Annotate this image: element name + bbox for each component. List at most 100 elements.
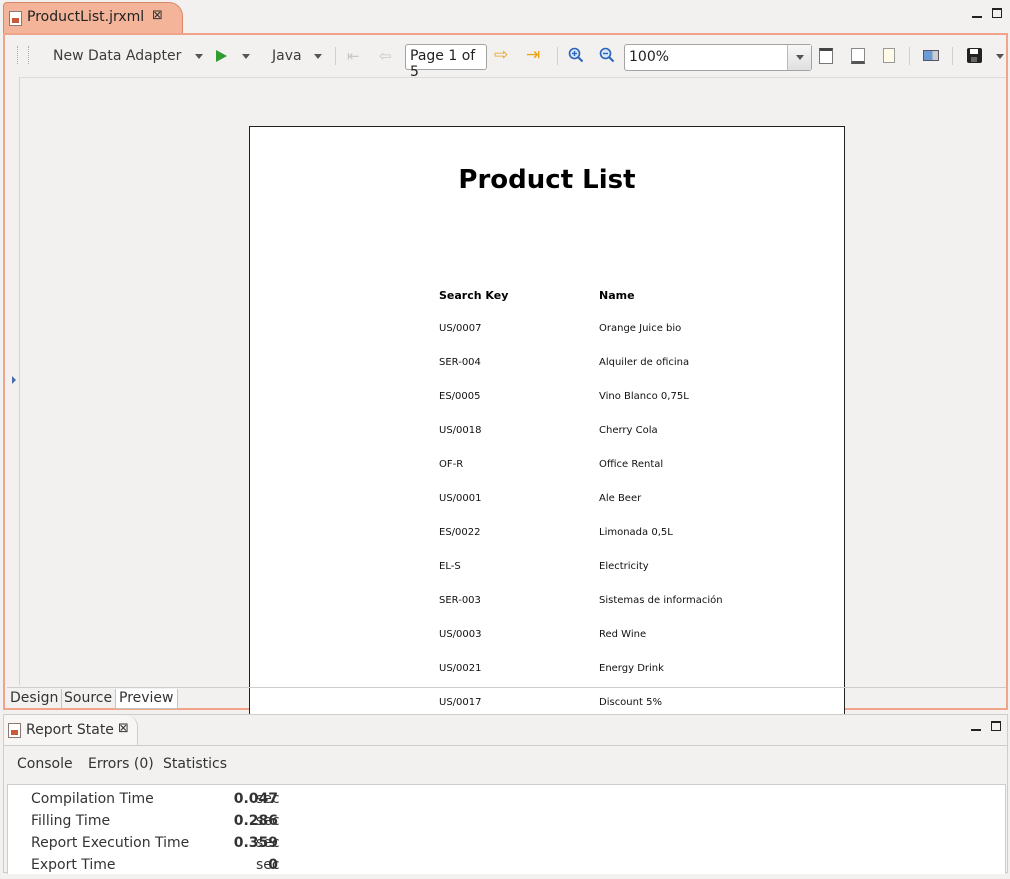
editor-body: New Data Adapter Java ⇤ ⇦ Page 1 of 5 ⇨ … bbox=[3, 33, 1008, 726]
window-controls bbox=[966, 8, 1002, 22]
page-indicator[interactable]: Page 1 of 5 bbox=[405, 44, 487, 80]
search-key-cell: SER-003 bbox=[439, 595, 481, 606]
maximize-icon[interactable] bbox=[992, 8, 1002, 18]
stat-unit: sec bbox=[256, 857, 280, 873]
name-cell: Sistemas de información bbox=[599, 595, 723, 606]
report-state-tab-label: Report State bbox=[26, 722, 114, 738]
column-header-search-key: Search Key bbox=[439, 289, 509, 302]
data-adapter-label: New Data Adapter bbox=[53, 48, 182, 64]
page-indicator-label: Page 1 of 5 bbox=[410, 48, 476, 80]
chevron-down-icon bbox=[195, 53, 204, 59]
preview-toolbar: New Data Adapter Java ⇤ ⇦ Page 1 of 5 ⇨ … bbox=[7, 37, 1004, 80]
fit-page-icon[interactable] bbox=[819, 48, 833, 64]
search-key-cell: US/0021 bbox=[439, 663, 482, 674]
zoom-dropdown-button[interactable] bbox=[787, 45, 811, 70]
report-state-tab[interactable]: Report State ⊠ bbox=[4, 715, 138, 745]
name-cell: Office Rental bbox=[599, 459, 664, 470]
report-page: Product List Search Key Name US/0007 Oran… bbox=[249, 126, 845, 726]
tab-preview[interactable]: Preview bbox=[115, 689, 178, 709]
window-controls bbox=[965, 721, 1001, 735]
report-editor: ProductList.jrxml ⊠ New Data Adapter Jav… bbox=[3, 2, 1008, 726]
zoom-value: 100% bbox=[629, 49, 670, 65]
run-options-dropdown[interactable] bbox=[242, 54, 250, 59]
name-cell: Energy Drink bbox=[599, 663, 664, 674]
chevron-down-icon bbox=[796, 55, 804, 60]
editor-view-tabs: Design Source Preview bbox=[7, 687, 1006, 709]
name-cell: Alquiler de oficina bbox=[599, 357, 690, 368]
statistics-table: Compilation Time 0.047 sec Filling Time … bbox=[7, 784, 1006, 874]
stat-row: Compilation Time 0.047 sec bbox=[8, 791, 1005, 813]
name-cell: Red Wine bbox=[599, 629, 647, 640]
name-cell: Electricity bbox=[599, 561, 649, 572]
search-key-cell: US/0001 bbox=[439, 493, 482, 504]
last-page-icon[interactable]: ⇥ bbox=[526, 47, 540, 64]
search-key-cell: US/0003 bbox=[439, 629, 482, 640]
stat-row: Filling Time 0.286 sec bbox=[8, 813, 1005, 835]
jrxml-file-icon bbox=[9, 11, 22, 26]
search-key-cell: EL-S bbox=[439, 561, 461, 572]
chevron-down-icon bbox=[996, 54, 1004, 59]
table-row: ES/0022 Limonada 0,5L bbox=[250, 527, 844, 541]
table-row: SER-004 Alquiler de oficina bbox=[250, 357, 844, 371]
minimize-icon[interactable] bbox=[971, 721, 982, 731]
close-icon[interactable]: ⊠ bbox=[152, 8, 163, 23]
actual-size-icon[interactable] bbox=[883, 48, 895, 63]
toolbar-separator bbox=[909, 47, 910, 65]
search-key-cell: ES/0005 bbox=[439, 391, 481, 402]
editor-tab-productlist[interactable]: ProductList.jrxml ⊠ bbox=[3, 2, 183, 33]
data-adapter-dropdown[interactable]: New Data Adapter bbox=[53, 37, 204, 75]
stat-label: Filling Time bbox=[31, 813, 111, 829]
name-cell: Ale Beer bbox=[599, 493, 642, 504]
table-row: US/0007 Orange Juice bio bbox=[250, 323, 844, 337]
divider bbox=[4, 745, 1007, 746]
toolbar-separator bbox=[335, 47, 336, 65]
report-state-icon bbox=[8, 723, 21, 738]
minimize-icon[interactable] bbox=[972, 8, 983, 18]
tab-source[interactable]: Source bbox=[61, 689, 117, 709]
column-header-name: Name bbox=[599, 289, 635, 302]
tab-design[interactable]: Design bbox=[7, 689, 63, 709]
zoom-combo[interactable]: 100% bbox=[624, 44, 812, 71]
report-title: Product List bbox=[458, 165, 636, 195]
report-state-panel: Report State ⊠ Console Errors (0) Statis… bbox=[3, 714, 1008, 874]
save-icon[interactable] bbox=[967, 48, 982, 63]
nav-console[interactable]: Console bbox=[17, 756, 73, 772]
search-key-cell: US/0018 bbox=[439, 425, 482, 436]
editor-tab-label: ProductList.jrxml bbox=[27, 9, 145, 25]
toolbar-separator bbox=[557, 47, 558, 65]
fit-width-icon[interactable] bbox=[851, 48, 865, 64]
export-icon[interactable] bbox=[923, 50, 939, 61]
datasource-icon bbox=[17, 46, 29, 64]
name-cell: Orange Juice bio bbox=[599, 323, 682, 334]
name-cell: Limonada 0,5L bbox=[599, 527, 673, 538]
run-icon[interactable] bbox=[216, 50, 227, 62]
expand-panel-icon[interactable] bbox=[12, 376, 16, 384]
stat-label: Report Execution Time bbox=[31, 835, 190, 851]
stat-row: Report Execution Time 0.359 sec bbox=[8, 835, 1005, 857]
next-page-icon[interactable]: ⇨ bbox=[494, 47, 508, 64]
search-key-cell: US/0007 bbox=[439, 323, 482, 334]
first-page-icon[interactable]: ⇤ bbox=[347, 49, 360, 64]
zoom-in-icon[interactable] bbox=[568, 47, 584, 63]
stat-label: Compilation Time bbox=[31, 791, 154, 807]
save-options-dropdown[interactable] bbox=[996, 54, 1004, 59]
zoom-out-icon[interactable] bbox=[599, 47, 615, 63]
maximize-icon[interactable] bbox=[991, 721, 1001, 731]
stat-unit: sec bbox=[256, 791, 280, 807]
chevron-down-icon bbox=[242, 54, 250, 59]
name-cell: Vino Blanco 0,75L bbox=[599, 391, 689, 402]
search-key-cell: ES/0022 bbox=[439, 527, 481, 538]
table-row: EL-S Electricity bbox=[250, 561, 844, 575]
previous-page-icon[interactable]: ⇦ bbox=[379, 49, 392, 64]
close-icon[interactable]: ⊠ bbox=[118, 721, 129, 736]
nav-errors[interactable]: Errors (0) bbox=[88, 756, 154, 772]
preview-canvas[interactable]: Product List Search Key Name US/0007 Oran… bbox=[19, 77, 1006, 726]
table-row: OF-R Office Rental bbox=[250, 459, 844, 473]
stat-label: Export Time bbox=[31, 857, 116, 873]
nav-statistics[interactable]: Statistics bbox=[163, 756, 227, 772]
table-row: US/0003 Red Wine bbox=[250, 629, 844, 643]
toolbar-separator bbox=[952, 47, 953, 65]
search-key-cell: OF-R bbox=[439, 459, 464, 470]
language-dropdown[interactable]: Java bbox=[272, 37, 322, 75]
chevron-down-icon bbox=[313, 53, 322, 59]
